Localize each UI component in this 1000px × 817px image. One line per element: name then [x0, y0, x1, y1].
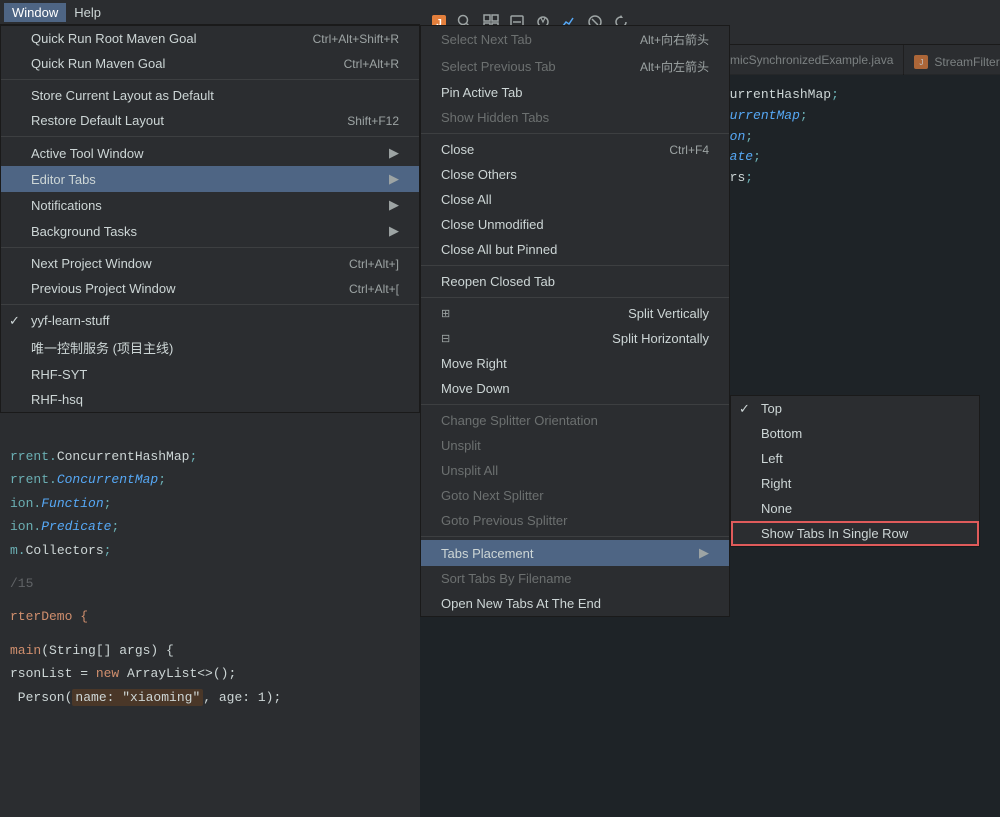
et-show-hidden: Show Hidden Tabs	[421, 105, 729, 130]
split-horiz-icon: ⊟	[441, 332, 450, 345]
tp-none[interactable]: None	[731, 496, 979, 521]
menu-prev-window[interactable]: Previous Project Window Ctrl+Alt+[	[1, 276, 419, 301]
et-sep-2	[421, 265, 729, 266]
left-arraylist: rsonList = new ArrayList<>();	[10, 662, 410, 685]
et-sep-4	[421, 404, 729, 405]
et-close[interactable]: Close Ctrl+F4	[421, 137, 729, 162]
left-code-predicate: ion.Predicate;	[10, 515, 410, 538]
tp-single-row[interactable]: Show Tabs In Single Row	[731, 521, 979, 546]
et-close-unmodified[interactable]: Close Unmodified	[421, 212, 729, 237]
left-class-def: rterDemo {	[10, 605, 410, 628]
menu-next-window[interactable]: Next Project Window Ctrl+Alt+]	[1, 251, 419, 276]
menu-project-rhf-syt[interactable]: RHF-SYT	[1, 362, 419, 387]
tab-label-atomic: AtomicSynchronizedExample.java	[712, 53, 893, 67]
arrow-editor-tabs: ▶	[389, 171, 399, 187]
menu-background-tasks[interactable]: Background Tasks ▶	[1, 218, 419, 244]
left-code-concurrent2: rrent.ConcurrentMap;	[10, 468, 410, 491]
et-split-vert[interactable]: ⊞ Split Vertically	[421, 301, 729, 326]
arrow-tabs-placement: ▶	[699, 545, 709, 561]
et-pin-active[interactable]: Pin Active Tab	[421, 80, 729, 105]
menu-sep-1	[1, 79, 419, 80]
et-reopen[interactable]: Reopen Closed Tab	[421, 269, 729, 294]
et-goto-prev-splitter: Goto Previous Splitter	[421, 508, 729, 533]
tp-top[interactable]: ✓ Top	[731, 396, 979, 421]
et-unsplit: Unsplit	[421, 433, 729, 458]
et-close-all[interactable]: Close All	[421, 187, 729, 212]
left-person-add: Person(name: "xiaoming", age: 1);	[10, 686, 410, 709]
arrow-background: ▶	[389, 223, 399, 239]
et-select-prev: Select Previous Tab Alt+向左箭头	[421, 53, 729, 80]
menu-project-service[interactable]: 唯一控制服务 (项目主线)	[1, 333, 419, 362]
tab-icon-stream: J	[914, 55, 928, 69]
menu-active-tool[interactable]: Active Tool Window ▶	[1, 140, 419, 166]
menu-editor-tabs[interactable]: Editor Tabs ▶	[1, 166, 419, 192]
et-unsplit-all: Unsplit All	[421, 458, 729, 483]
menu-window[interactable]: Window	[4, 3, 66, 22]
tp-left[interactable]: Left	[731, 446, 979, 471]
left-line-number: /15	[10, 572, 410, 595]
editor-tabs-menu: Select Next Tab Alt+向右箭头 Select Previous…	[420, 25, 730, 617]
arrow-active-tool: ▶	[389, 145, 399, 161]
check-yyf: ✓	[9, 313, 20, 329]
et-sep-3	[421, 297, 729, 298]
et-close-but-pinned[interactable]: Close All but Pinned	[421, 237, 729, 262]
menubar: Window Help	[0, 0, 420, 25]
tab-stream[interactable]: J StreamFilterDemo.java	[904, 50, 1000, 75]
et-open-new-tabs[interactable]: Open New Tabs At The End	[421, 591, 729, 616]
menu-quick-run[interactable]: Quick Run Maven Goal Ctrl+Alt+R	[1, 51, 419, 76]
menu-restore-layout[interactable]: Restore Default Layout Shift+F12	[1, 108, 419, 133]
tabs-placement-menu: ✓ Top Bottom Left Right None Show Tabs I…	[730, 395, 980, 547]
left-main-def: main(String[] args) {	[10, 639, 410, 662]
et-goto-next-splitter: Goto Next Splitter	[421, 483, 729, 508]
et-close-others[interactable]: Close Others	[421, 162, 729, 187]
window-menu: Quick Run Root Maven Goal Ctrl+Alt+Shift…	[0, 25, 420, 413]
arrow-notifications: ▶	[389, 197, 399, 213]
menu-sep-2	[1, 136, 419, 137]
et-change-splitter: Change Splitter Orientation	[421, 408, 729, 433]
left-code-collectors: m.Collectors;	[10, 539, 410, 562]
menu-store-layout[interactable]: Store Current Layout as Default	[1, 83, 419, 108]
menu-help[interactable]: Help	[66, 3, 109, 22]
et-move-right[interactable]: Move Right	[421, 351, 729, 376]
tp-right[interactable]: Right	[731, 471, 979, 496]
et-select-next: Select Next Tab Alt+向右箭头	[421, 26, 729, 53]
check-top: ✓	[739, 401, 750, 417]
tab-label-stream: StreamFilterDemo.java	[934, 50, 1000, 75]
menu-quick-run-root[interactable]: Quick Run Root Maven Goal Ctrl+Alt+Shift…	[1, 26, 419, 51]
et-move-down[interactable]: Move Down	[421, 376, 729, 401]
et-sep-5	[421, 536, 729, 537]
menu-notifications[interactable]: Notifications ▶	[1, 192, 419, 218]
split-vert-icon: ⊞	[441, 307, 450, 320]
tp-bottom[interactable]: Bottom	[731, 421, 979, 446]
menu-sep-4	[1, 304, 419, 305]
left-code-concurrent1: rrent.ConcurrentHashMap;	[10, 445, 410, 468]
menu-project-yyf[interactable]: ✓ yyf-learn-stuff	[1, 308, 419, 333]
left-code-function: ion.Function;	[10, 492, 410, 515]
menu-project-rhf-hsq[interactable]: RHF-hsq	[1, 387, 419, 412]
menu-sep-3	[1, 247, 419, 248]
et-sort-tabs: Sort Tabs By Filename	[421, 566, 729, 591]
et-sep-1	[421, 133, 729, 134]
et-tabs-placement[interactable]: Tabs Placement ▶	[421, 540, 729, 566]
et-split-horiz[interactable]: ⊟ Split Horizontally	[421, 326, 729, 351]
